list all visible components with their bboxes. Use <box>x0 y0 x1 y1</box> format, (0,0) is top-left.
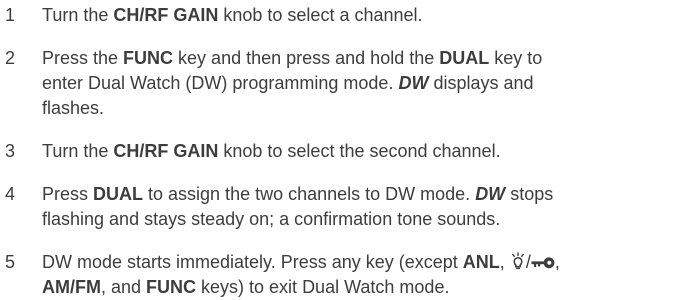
body-text: enter Dual Watch (DW) programming mode. <box>42 73 399 93</box>
step-number: 5 <box>5 252 16 272</box>
body-text: key and then press and hold the <box>173 48 440 68</box>
emphasis-text: DW <box>475 184 506 204</box>
step-text: Turn the CH/RF GAIN knob to select a cha… <box>42 3 672 28</box>
light-key-icon <box>510 250 526 275</box>
emphasis-text: FUNC <box>146 277 197 297</box>
body-text: knob to select the second channel. <box>218 141 501 161</box>
body-text: Press the <box>42 48 124 68</box>
body-text: , <box>499 252 510 272</box>
body-text: stops <box>505 184 554 204</box>
emphasis-text: CH/RF GAIN <box>113 5 219 25</box>
body-text: displays and <box>428 73 534 93</box>
step-number: 1 <box>5 5 16 25</box>
emphasis-text: ANL <box>462 252 500 272</box>
emphasis-text: DW <box>398 73 429 93</box>
emphasis-text: FUNC <box>123 48 174 68</box>
body-text: Press <box>42 184 94 204</box>
key-lock-icon <box>531 250 555 275</box>
step-text: Turn the CH/RF GAIN knob to select the s… <box>42 139 672 164</box>
step-number: 4 <box>5 184 16 204</box>
body-text: DW mode starts immediately. Press any ke… <box>42 252 463 272</box>
emphasis-text: CH/RF GAIN <box>113 141 219 161</box>
body-text: key to <box>489 48 543 68</box>
step-text: Press DUAL to assign the two channels to… <box>42 182 672 232</box>
step-number: 3 <box>5 141 16 161</box>
step-number: 2 <box>5 48 16 68</box>
emphasis-text: DUAL <box>439 48 490 68</box>
body-text: , <box>554 252 560 272</box>
step-text: Press the FUNC key and then press and ho… <box>42 46 672 121</box>
body-text: knob to select a channel. <box>218 5 423 25</box>
body-text: , and <box>100 277 147 297</box>
body-text: Turn the <box>42 141 114 161</box>
body-text: to assign the two channels to DW mode. <box>143 184 476 204</box>
manual-page: { "steps": [ { "number": "1", "parts": [… <box>0 0 675 297</box>
body-text: keys) to exit Dual Watch mode. <box>196 277 450 297</box>
body-text: Turn the <box>42 5 114 25</box>
body-text: flashing and stays steady on; a confirma… <box>42 209 501 229</box>
body-text: flashes. <box>42 98 105 118</box>
emphasis-text: DUAL <box>93 184 144 204</box>
emphasis-text: AM/FM <box>42 277 101 297</box>
